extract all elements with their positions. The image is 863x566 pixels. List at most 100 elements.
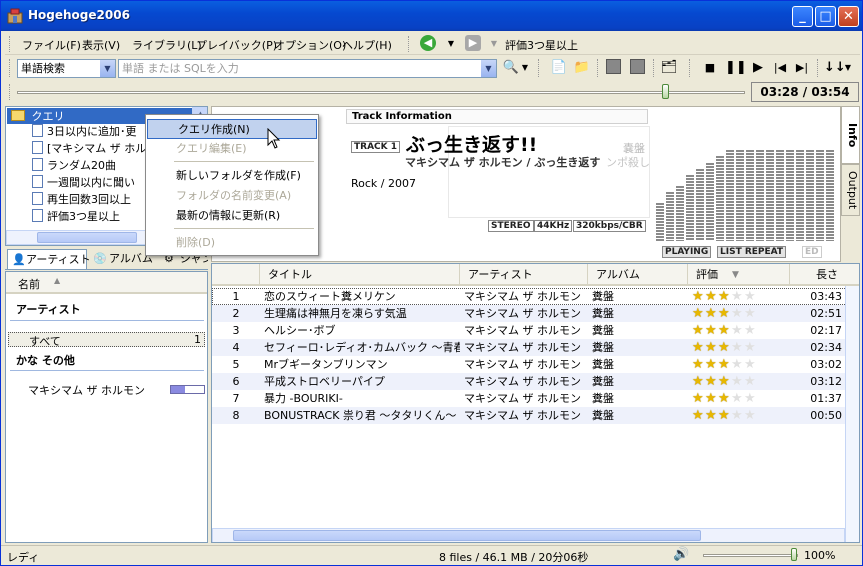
star-icon[interactable]: ★ xyxy=(718,408,731,423)
track-vscrollbar[interactable] xyxy=(845,286,859,542)
speaker-icon[interactable]: 🔊 xyxy=(673,547,689,562)
stop-icon[interactable]: ■ xyxy=(701,59,719,77)
tab-info[interactable]: Info xyxy=(841,106,860,164)
table-row[interactable]: 7 暴力 -BOURIKI- マキシマム ザ ホルモン 糞盤 01:37 ★★★★★ xyxy=(212,390,859,407)
star-icon[interactable]: ★ xyxy=(692,374,705,389)
star-icon[interactable]: ★ xyxy=(731,323,744,338)
table-row[interactable]: 1 恋のスウィート糞メリケン マキシマム ザ ホルモン 糞盤 03:43 ★★★★★ xyxy=(212,288,859,305)
back-arrow-icon[interactable]: ◀ xyxy=(420,35,436,51)
tree-item[interactable]: 3日以内に追加･更 xyxy=(32,124,137,140)
star-icon[interactable]: ★ xyxy=(692,306,705,321)
col-album[interactable]: アルバム xyxy=(588,264,688,286)
col-rating[interactable]: 評価 ▼ xyxy=(688,264,790,286)
volume-slider[interactable] xyxy=(703,554,798,557)
star-icon[interactable]: ★ xyxy=(744,306,757,321)
next-track-icon[interactable]: ▶| xyxy=(793,59,811,77)
tab-output[interactable]: Output xyxy=(841,164,860,216)
star-icon[interactable]: ★ xyxy=(718,391,731,406)
play-icon[interactable]: ▶ xyxy=(749,59,767,77)
tree-item[interactable]: ランダム20曲 xyxy=(32,158,116,174)
star-icon[interactable]: ★ xyxy=(744,323,757,338)
star-icon[interactable]: ★ xyxy=(744,374,757,389)
previous-track-icon[interactable]: |◀ xyxy=(771,59,789,77)
artist-all-row[interactable]: すべて 1 xyxy=(8,332,205,348)
track-hscrollbar[interactable] xyxy=(212,528,845,542)
col-number[interactable] xyxy=(212,264,260,286)
settings-icon[interactable]: 🗂 xyxy=(660,59,678,77)
menu-delete[interactable]: 削除(D) xyxy=(146,233,318,253)
chevron-down-icon[interactable]: ▼ xyxy=(99,60,115,77)
tab-artist[interactable]: 👤 アーティスト xyxy=(7,249,91,269)
scroll-thumb[interactable] xyxy=(37,232,137,243)
layout-top-icon[interactable] xyxy=(606,59,621,74)
maximize-button[interactable]: □ xyxy=(815,6,836,27)
title-bar[interactable]: Hogehoge2006 _ □ ✕ xyxy=(1,1,862,31)
star-icon[interactable]: ★ xyxy=(692,289,705,304)
star-icon[interactable]: ★ xyxy=(718,306,731,321)
table-row[interactable]: 2 生理痛は神無月を凍らす気温 マキシマム ザ ホルモン 糞盤 02:51 ★★★★★ xyxy=(212,305,859,322)
tree-item[interactable]: [マキシマム ザ ホル xyxy=(32,141,146,157)
menu-rename-folder[interactable]: フォルダの名前変更(A) xyxy=(146,186,318,206)
rating-stars[interactable]: ★★★★★ xyxy=(692,322,788,339)
search-mode-select[interactable]: 単語検索 ▼ xyxy=(17,59,116,78)
rating-stars[interactable]: ★★★★★ xyxy=(692,288,788,305)
menu-view[interactable]: 表示(V) xyxy=(82,37,120,53)
star-icon[interactable]: ★ xyxy=(705,340,718,355)
layout-bottom-icon[interactable] xyxy=(630,59,645,74)
star-icon[interactable]: ★ xyxy=(692,391,705,406)
tree-item[interactable]: 再生回数3回以上 xyxy=(32,192,131,208)
seek-bar[interactable] xyxy=(17,91,745,94)
rating-stars[interactable]: ★★★★★ xyxy=(692,373,788,390)
star-icon[interactable]: ★ xyxy=(705,408,718,423)
folder-icon[interactable]: 📁 xyxy=(573,59,591,77)
star-icon[interactable]: ★ xyxy=(731,357,744,372)
star-icon[interactable]: ★ xyxy=(692,408,705,423)
menu-options[interactable]: オプション(O) xyxy=(274,37,346,53)
star-icon[interactable]: ★ xyxy=(718,340,731,355)
artist-row[interactable]: マキシマム ザ ホルモン xyxy=(8,382,205,398)
star-icon[interactable]: ★ xyxy=(731,289,744,304)
menu-file[interactable]: ファイル(F) xyxy=(22,37,81,53)
seek-thumb[interactable] xyxy=(661,84,669,99)
sort-order-icon[interactable]: ↓↓ xyxy=(824,59,846,77)
back-dropdown-icon[interactable]: ▼ xyxy=(446,35,456,53)
table-row[interactable]: 5 Mrブギータンブリンマン マキシマム ザ ホルモン 糞盤 03:02 ★★★★★ xyxy=(212,356,859,373)
search-dropdown-icon[interactable]: ▼ xyxy=(520,59,530,77)
star-icon[interactable]: ★ xyxy=(705,289,718,304)
rating-stars[interactable]: ★★★★★ xyxy=(692,339,788,356)
star-icon[interactable]: ★ xyxy=(718,323,731,338)
star-icon[interactable]: ★ xyxy=(705,391,718,406)
menu-library[interactable]: ライブラリ(L) xyxy=(132,37,202,53)
star-icon[interactable]: ★ xyxy=(718,289,731,304)
star-icon[interactable]: ★ xyxy=(731,391,744,406)
menu-new-folder[interactable]: 新しいフォルダを作成(F) xyxy=(146,166,318,186)
star-icon[interactable]: ★ xyxy=(731,306,744,321)
close-button[interactable]: ✕ xyxy=(838,6,859,27)
star-icon[interactable]: ★ xyxy=(705,357,718,372)
rating-stars[interactable]: ★★★★★ xyxy=(692,305,788,322)
menu-playback[interactable]: プレイバック(P) xyxy=(196,37,277,53)
star-icon[interactable]: ★ xyxy=(731,340,744,355)
search-input[interactable]: 単語 または SQLを入力 ▼ xyxy=(118,59,497,78)
star-icon[interactable]: ★ xyxy=(744,357,757,372)
minimize-button[interactable]: _ xyxy=(792,6,813,27)
star-icon[interactable]: ★ xyxy=(731,408,744,423)
tree-item[interactable]: 評価3つ星以上 xyxy=(32,209,120,225)
col-artist[interactable]: アーティスト xyxy=(460,264,588,286)
forward-dropdown-icon[interactable]: ▼ xyxy=(489,35,499,53)
star-icon[interactable]: ★ xyxy=(705,306,718,321)
menu-refresh[interactable]: 最新の情報に更新(R) xyxy=(146,206,318,226)
sort-dropdown-icon[interactable]: ▼ xyxy=(843,59,853,77)
rating-stars[interactable]: ★★★★★ xyxy=(692,356,788,373)
star-icon[interactable]: ★ xyxy=(718,374,731,389)
search-icon[interactable]: 🔍 xyxy=(502,59,520,77)
tab-album[interactable]: 💿 アルバム xyxy=(91,249,153,269)
chevron-down-icon[interactable]: ▼ xyxy=(480,60,496,77)
table-row[interactable]: 3 ヘルシー･ボブ マキシマム ザ ホルモン 糞盤 02:17 ★★★★★ xyxy=(212,322,859,339)
forward-arrow-icon[interactable]: ▶ xyxy=(465,35,481,51)
menu-create-query[interactable]: クエリ作成(N) xyxy=(147,119,317,139)
table-row[interactable]: 4 セフィーロ･レディオ･カムバック ～青春最... マキシマム ザ ホルモン糞盤 0… xyxy=(212,339,859,356)
star-icon[interactable]: ★ xyxy=(705,323,718,338)
star-icon[interactable]: ★ xyxy=(744,289,757,304)
col-title[interactable]: タイトル xyxy=(260,264,460,286)
